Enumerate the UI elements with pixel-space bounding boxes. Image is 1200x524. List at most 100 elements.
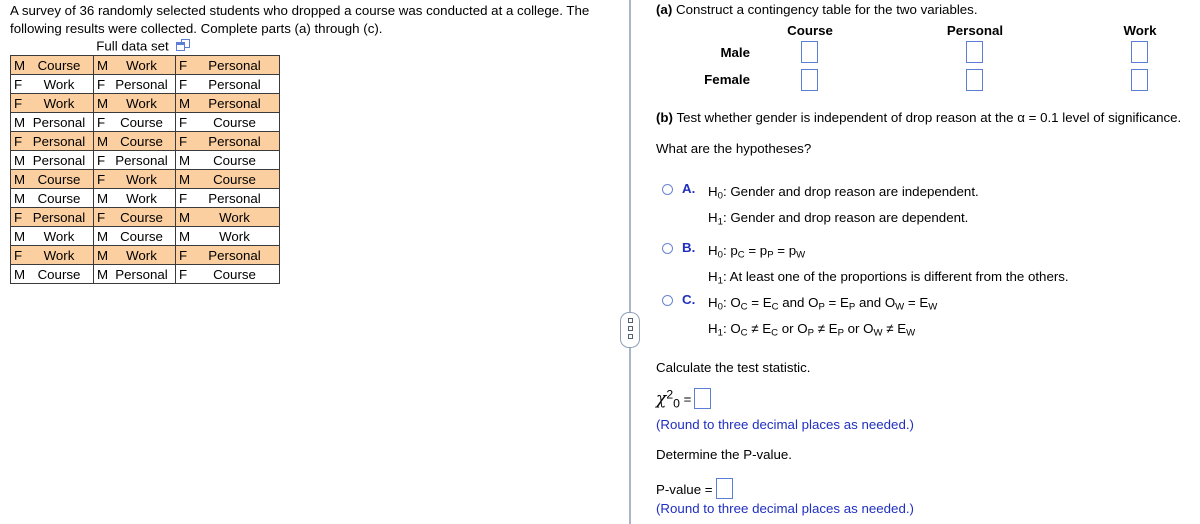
pvalue-prompt: Determine the P-value. [656,447,792,462]
input-female-course[interactable] [801,69,818,91]
cell-reason: Personal [32,114,86,130]
part-a-question: (a) Construct a contingency table for th… [656,2,978,18]
table-row: F Work F Personal F Personal [10,74,280,94]
cell-reason: Personal [208,95,261,111]
choice-letter-b: B. [682,240,696,255]
table-cell: F Course [175,112,280,132]
cell-reason: Work [43,76,75,92]
radio-button-a[interactable] [662,184,673,195]
input-female-work[interactable] [1131,69,1148,91]
table-cell: M Work [93,245,176,265]
cell-gender: F [14,247,23,263]
contingency-header-work: Work [1123,23,1157,38]
cell-gender: F [14,76,23,92]
cell-reason: Personal [208,133,261,149]
part-a-prefix: (a) [656,2,673,17]
part-b-prefix: (b) [656,110,673,125]
cell-reason: Work [126,95,157,111]
table-cell: F Work [10,74,94,94]
cell-reason: Personal [115,152,168,168]
table-cell: M Personal [175,93,280,113]
contingency-header-personal: Personal [946,23,1004,38]
round-note-pvalue: (Round to three decimal places as needed… [656,501,914,516]
cell-reason: Work [43,95,75,111]
cell-reason: Course [120,209,163,225]
handle-dot [627,334,633,339]
cell-gender: M [97,266,109,282]
input-male-work[interactable] [1131,41,1148,63]
cell-gender: M [14,190,26,206]
table-cell: M Course [175,150,280,170]
handle-dot [627,326,633,331]
input-chi-square-value[interactable] [694,387,712,409]
table-cell: M Work [10,226,94,246]
choice-a-line-1: H0: Gender and drop reason are independe… [708,184,979,202]
table-cell: M Course [93,226,176,246]
cell-gender: M [179,95,191,111]
part-b-text: Test whether gender is independent of dr… [676,110,1182,125]
cell-reason: Work [43,228,75,244]
table-cell: F Course [93,207,176,227]
table-cell: M Work [93,55,176,75]
cell-reason: Course [213,152,256,168]
cell-gender: M [179,152,191,168]
cell-gender: M [14,171,26,187]
contingency-header-course: Course [787,23,833,38]
calculate-statistic-prompt: Calculate the test statistic. [656,360,811,375]
cell-gender: F [97,114,106,130]
cell-gender: M [14,152,26,168]
table-row: M Course M Work F Personal [10,55,280,75]
cell-gender: F [97,152,106,168]
part-a-text: Construct a contingency table for the tw… [675,2,978,17]
chi-equals-sign: = [683,391,692,407]
table-cell: M Work [93,188,176,208]
table-cell: F Personal [175,245,280,265]
table-cell: M Course [10,169,94,189]
cell-gender: F [179,266,188,282]
cell-reason: Personal [115,76,168,92]
cell-reason: Work [219,209,250,225]
cell-reason: Course [120,228,163,244]
problem-intro-text: A survey of 36 randomly selected student… [10,3,590,36]
cell-gender: F [179,76,188,92]
table-cell: M Course [175,169,280,189]
table-cell: F Work [93,169,176,189]
table-cell: M Work [175,207,280,227]
table-cell: F Personal [175,131,280,151]
table-row: M Personal F Personal M Course [10,150,280,170]
cell-reason: Personal [208,247,261,263]
cell-gender: M [14,228,26,244]
input-male-personal[interactable] [966,41,983,63]
hypotheses-prompt: What are the hypotheses? [656,141,812,156]
input-pvalue[interactable] [715,478,733,499]
table-cell: F Course [93,112,176,132]
cell-reason: Work [126,57,157,73]
cell-reason: Personal [32,209,86,225]
cell-reason: Course [37,57,81,73]
cell-gender: F [97,171,106,187]
cell-reason: Personal [208,190,261,206]
radio-button-c[interactable] [662,295,673,306]
input-male-course[interactable] [801,41,818,63]
table-row: F Work M Work F Personal [10,245,280,265]
cell-reason: Personal [32,133,86,149]
choice-c-line-2: H1: OC ≠ EC or OP ≠ EP or OW ≠ EW [708,320,916,339]
cell-gender: F [97,209,106,225]
table-cell: F Personal [175,188,280,208]
table-row: F Work M Work M Personal [10,93,280,113]
cell-reason: Personal [32,152,86,168]
cell-gender: F [179,133,188,149]
table-row: F Personal M Course F Personal [10,131,280,151]
popout-window-icon[interactable] [175,39,190,51]
choice-a-line-2: H1: Gender and drop reason are dependent… [708,209,969,228]
radio-button-b[interactable] [662,243,673,254]
input-female-personal[interactable] [966,69,983,91]
cell-reason: Personal [115,266,168,282]
panel-divider-drag-handle[interactable] [620,312,640,348]
left-problem-panel: A survey of 36 randomly selected student… [0,0,618,524]
cell-gender: M [179,209,191,225]
cell-reason: Course [37,190,81,206]
cell-gender: F [14,95,23,111]
table-cell: M Personal [10,112,94,132]
table-cell: M Course [93,131,176,151]
